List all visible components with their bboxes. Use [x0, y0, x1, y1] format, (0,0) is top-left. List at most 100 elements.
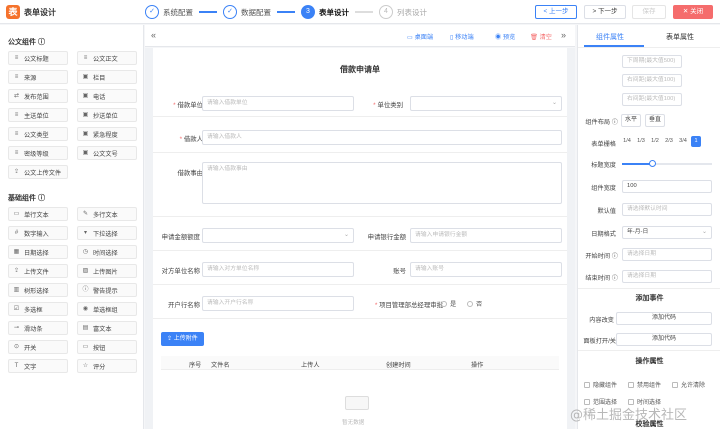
- spacing-input-2[interactable]: 右间距(最大值100): [622, 74, 682, 87]
- grid-option[interactable]: 1/3: [635, 136, 647, 147]
- allow-clear-checkbox[interactable]: 允许清除: [672, 380, 705, 389]
- borrower-input[interactable]: 请输入借款人: [202, 130, 562, 145]
- palette-item[interactable]: ▾ 下拉选择: [77, 226, 137, 240]
- palette-item[interactable]: ▣ 栏目: [77, 70, 137, 84]
- default-value-label: 默认值: [597, 208, 616, 215]
- reason-textarea[interactable]: 请输入借款事由: [202, 162, 562, 204]
- layout-vertical-button[interactable]: 垂直: [645, 114, 665, 127]
- palette-item[interactable]: ◷ 时间选择: [77, 245, 137, 259]
- account-label: 账号: [393, 268, 406, 275]
- slider-handle[interactable]: [649, 160, 656, 167]
- component-icon: ≡: [14, 54, 19, 61]
- step-number: 4: [379, 5, 393, 19]
- counter-unit-input[interactable]: 请输入对方单位名称: [202, 262, 354, 277]
- palette-item[interactable]: T 文字: [8, 359, 68, 373]
- component-icon: ≡: [14, 130, 19, 137]
- borrow-unit-input[interactable]: 请输入借款单位: [202, 96, 354, 111]
- step-system-config[interactable]: ✓ 系统配置: [145, 5, 193, 19]
- palette-item[interactable]: ◉ 单选框组: [77, 302, 137, 316]
- account-input[interactable]: 请输入账号: [410, 262, 562, 277]
- approve-no-radio[interactable]: 否: [467, 299, 482, 308]
- checkbox-icon: [672, 381, 678, 388]
- hide-component-checkbox[interactable]: 隐藏组件: [584, 380, 617, 389]
- palette-item[interactable]: ✎ 多行文本: [77, 207, 137, 221]
- star-icon: ☆: [82, 362, 89, 369]
- component-icon: ▣: [82, 73, 89, 80]
- info-icon: ⓘ: [82, 286, 89, 293]
- palette-item-label: 紧急程度: [93, 131, 118, 139]
- grid-option[interactable]: 1/4: [621, 136, 633, 147]
- tab-component-props[interactable]: 组件属性: [596, 32, 624, 42]
- palette-item[interactable]: ⇄ 发布范围: [8, 89, 68, 103]
- palette-item[interactable]: ▭ 按钮: [77, 340, 137, 354]
- step-data-config[interactable]: ✓ 数据配置: [223, 5, 271, 19]
- palette-item[interactable]: ▤ 富文本: [77, 321, 137, 335]
- palette-item[interactable]: ▨ 上传图片: [77, 264, 137, 278]
- step-list-design[interactable]: 4 列表设计: [379, 5, 427, 19]
- palette-item-label: 公文正文: [93, 55, 118, 63]
- mobile-view-button[interactable]: ▯ 移动端: [450, 32, 474, 41]
- checkbox-icon: ☑: [13, 305, 20, 312]
- tab-form-props[interactable]: 表单属性: [666, 32, 694, 42]
- spacing-input-3[interactable]: 右间距(最大值100): [622, 93, 682, 106]
- palette-item[interactable]: ▣ 紧急程度: [77, 127, 137, 141]
- palette-item-label: 评分: [93, 363, 106, 371]
- approve-yes-radio[interactable]: 是: [441, 299, 456, 308]
- grid-option[interactable]: 3/4: [677, 136, 689, 147]
- component-width-input[interactable]: 100: [622, 180, 712, 193]
- palette-item[interactable]: # 数字输入: [8, 226, 68, 240]
- palette-item[interactable]: ▣ 公文文号: [77, 146, 137, 160]
- palette-item[interactable]: ⊸ 滑动条: [8, 321, 68, 335]
- palette-item[interactable]: ▥ 树形选择: [8, 283, 68, 297]
- palette-item[interactable]: ☆ 评分: [77, 359, 137, 373]
- palette-item[interactable]: ≡ 密级等级: [8, 146, 68, 160]
- collapse-left-icon[interactable]: «: [151, 30, 156, 40]
- content-change-add-code-button[interactable]: 添加代码: [616, 312, 712, 325]
- palette-item[interactable]: ≡ 公文类型: [8, 127, 68, 141]
- bank-name-input[interactable]: 请输入开户行名称: [202, 296, 354, 311]
- panel-toggle-add-code-button[interactable]: 添加代码: [616, 333, 712, 346]
- title-width-slider[interactable]: [622, 160, 712, 167]
- save-button[interactable]: 保存: [632, 5, 666, 19]
- palette-item[interactable]: ▦ 日期选择: [8, 245, 68, 259]
- palette-item[interactable]: ≡ 主送单位: [8, 108, 68, 122]
- layout-horizontal-button[interactable]: 水平: [621, 114, 641, 127]
- grid-option[interactable]: 1/2: [649, 136, 661, 147]
- prev-step-button[interactable]: < 上一步: [535, 5, 577, 19]
- spacing-input-1[interactable]: 下周期(最大值500): [622, 55, 682, 68]
- step-form-design[interactable]: 3 表单设计: [301, 5, 349, 19]
- palette-item[interactable]: ≡ 公文标题: [8, 51, 68, 65]
- disable-component-checkbox[interactable]: 禁用组件: [628, 380, 661, 389]
- upload-attachment-button[interactable]: ⇪ 上传附件: [161, 332, 204, 346]
- unit-type-select[interactable]: ⌄: [410, 96, 562, 111]
- bank-amount-input[interactable]: 请输入申请银行金额: [410, 228, 562, 243]
- palette-item[interactable]: ⓘ 警告提示: [77, 283, 137, 297]
- palette-item[interactable]: ⇪ 公文上传文件: [8, 165, 68, 179]
- amount-select[interactable]: ⌄: [202, 228, 354, 243]
- palette-item[interactable]: ≡ 公文正文: [77, 51, 137, 65]
- palette-item[interactable]: ▭ 单行文本: [8, 207, 68, 221]
- palette-item[interactable]: ⇪ 上传文件: [8, 264, 68, 278]
- row-divider: [153, 284, 567, 285]
- default-value-picker[interactable]: 请选择默认时间: [622, 203, 712, 216]
- borrower-label: * 借款人: [179, 136, 203, 143]
- radio-label: 是: [450, 301, 457, 308]
- palette-item[interactable]: ▣ 抄送单位: [77, 108, 137, 122]
- grid-option-selected[interactable]: 1: [691, 136, 701, 147]
- palette-item[interactable]: ☑ 多选框: [8, 302, 68, 316]
- desktop-view-button[interactable]: ▭ 桌面端: [407, 32, 433, 41]
- grid-option[interactable]: 2/3: [663, 136, 675, 147]
- preview-button[interactable]: ◉ 预览: [495, 32, 515, 41]
- close-button[interactable]: ✕ 关闭: [673, 5, 713, 19]
- events-title: 添加事件: [635, 295, 664, 302]
- start-time-picker[interactable]: 请选择日期: [622, 248, 712, 261]
- date-format-select[interactable]: 年-月-日 ⌄: [622, 226, 712, 239]
- checkbox-label: 隐藏组件: [593, 383, 618, 389]
- end-time-picker[interactable]: 请选择日期: [622, 270, 712, 283]
- palette-item[interactable]: ▣ 电话: [77, 89, 137, 103]
- next-step-button[interactable]: > 下一步: [584, 5, 626, 19]
- collapse-right-icon[interactable]: »: [561, 30, 566, 40]
- palette-item[interactable]: ⊙ 开关: [8, 340, 68, 354]
- palette-item[interactable]: ≡ 来源: [8, 70, 68, 84]
- clear-button[interactable]: 🗑 清空: [530, 32, 552, 41]
